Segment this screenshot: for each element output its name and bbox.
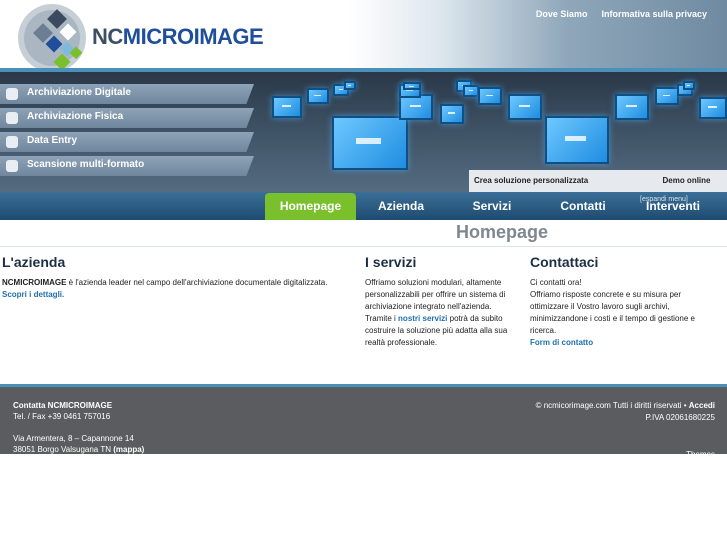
bullet-icon (6, 88, 18, 100)
logo-icon (18, 4, 86, 72)
monitor-image (615, 94, 649, 120)
monitor-image (463, 85, 479, 97)
menu-item-label: Archiviazione Digitale (27, 87, 131, 98)
privacy-link[interactable]: Informativa sulla privacy (601, 9, 707, 19)
tab-azienda[interactable]: Azienda (356, 193, 446, 220)
footer-piva: P.IVA 02061680225 (645, 413, 715, 422)
accedi-link[interactable]: Accedi (689, 401, 715, 410)
dove-siamo-link[interactable]: Dove Siamo (536, 9, 588, 19)
content-divider (0, 246, 727, 247)
scopri-dettagli-link[interactable]: Scopri i dettagli. (2, 290, 64, 299)
nostri-servizi-link[interactable]: nostri servizi (398, 314, 447, 323)
monitor-image (307, 88, 329, 104)
menu-item-archiviazione-digitale[interactable]: Archiviazione Digitale (0, 84, 254, 104)
logo[interactable]: NCMICROIMAGE (14, 2, 264, 74)
contattaci-text: Offriamo risposte concrete e su misura p… (530, 290, 695, 335)
demo-online-button[interactable]: Demo online (646, 170, 727, 192)
page-title: Homepage (456, 222, 549, 242)
contattaci-line: Ci contatti ora! (530, 278, 582, 287)
logo-text: NCMICROIMAGE (92, 24, 264, 49)
footer-address-line2: 38051 Borgo Valsugana TN (mappa) (13, 445, 145, 454)
tab-homepage[interactable]: Homepage (265, 193, 356, 220)
menu-item-data-entry[interactable]: Data Entry (0, 132, 254, 152)
menu-item-label: Archiviazione Fisica (27, 111, 124, 122)
servizi-section: I servizi Offriamo soluzioni modulari, a… (365, 254, 520, 349)
footer-copyright: © ncmicorimage.com Tutti i diritti riser… (535, 401, 715, 410)
monitor-image (344, 81, 356, 90)
expand-menu-link[interactable]: [espandi menu] (640, 196, 688, 203)
monitor-image (545, 116, 609, 164)
menu-item-label: Data Entry (27, 135, 78, 146)
monitor-image (272, 96, 302, 118)
menu-item-archiviazione-fisica[interactable]: Archiviazione Fisica (0, 108, 254, 128)
footer-title: Contatta NCMICROIMAGE (13, 401, 113, 410)
monitor-image (655, 87, 679, 105)
monitor-image (683, 81, 695, 90)
bullet-icon (6, 136, 18, 148)
azienda-text: NCMICROIMAGE è l'azienda leader nel camp… (2, 278, 328, 287)
azienda-section: L'azienda NCMICROIMAGE è l'azienda leade… (2, 254, 352, 301)
monitor-image (478, 87, 502, 105)
monitor-image (699, 97, 727, 119)
footer-phone: Tel. / Fax +39 0461 757016 (13, 412, 111, 421)
footer-cut-text: Themes (686, 450, 715, 459)
menu-item-scansione[interactable]: Scansione multi-formato (0, 156, 254, 176)
footer-divider (0, 384, 727, 387)
footer: Contatta NCMICROIMAGE Tel. / Fax +39 046… (0, 384, 727, 459)
contattaci-heading: Contattaci (530, 254, 599, 270)
monitor-image (332, 116, 408, 170)
monitor-image (508, 94, 542, 120)
monitor-image (440, 104, 464, 124)
menu-item-label: Scansione multi-formato (27, 159, 145, 170)
monitor-image (403, 82, 421, 90)
map-link[interactable]: (mappa) (113, 445, 144, 454)
top-links: Dove Siamo Informativa sulla privacy (536, 9, 707, 19)
contattaci-section: Contattaci Ci contatti ora! Offriamo ris… (530, 254, 710, 349)
form-contatto-link[interactable]: Form di contatto (530, 338, 593, 347)
main-nav: Homepage Azienda Servizi Contatti Interv… (0, 192, 727, 220)
azienda-heading: L'azienda (2, 254, 66, 270)
servizi-text: Offriamo soluzioni modulari, altamente p… (365, 278, 508, 347)
header: NCMICROIMAGE Dove Siamo Informativa sull… (0, 0, 727, 72)
bullet-icon (6, 160, 18, 172)
bullet-icon (6, 112, 18, 124)
servizi-heading: I servizi (365, 254, 417, 270)
service-menu: Archiviazione Digitale Archiviazione Fis… (0, 84, 260, 180)
tab-contatti[interactable]: Contatti (538, 193, 628, 220)
banner-actions: Crea soluzione personalizzata Demo onlin… (469, 170, 727, 192)
crea-soluzione-button[interactable]: Crea soluzione personalizzata (469, 170, 646, 192)
footer-address-line1: Via Armentera, 8 – Capannone 14 (13, 434, 134, 443)
tab-servizi[interactable]: Servizi (446, 193, 538, 220)
